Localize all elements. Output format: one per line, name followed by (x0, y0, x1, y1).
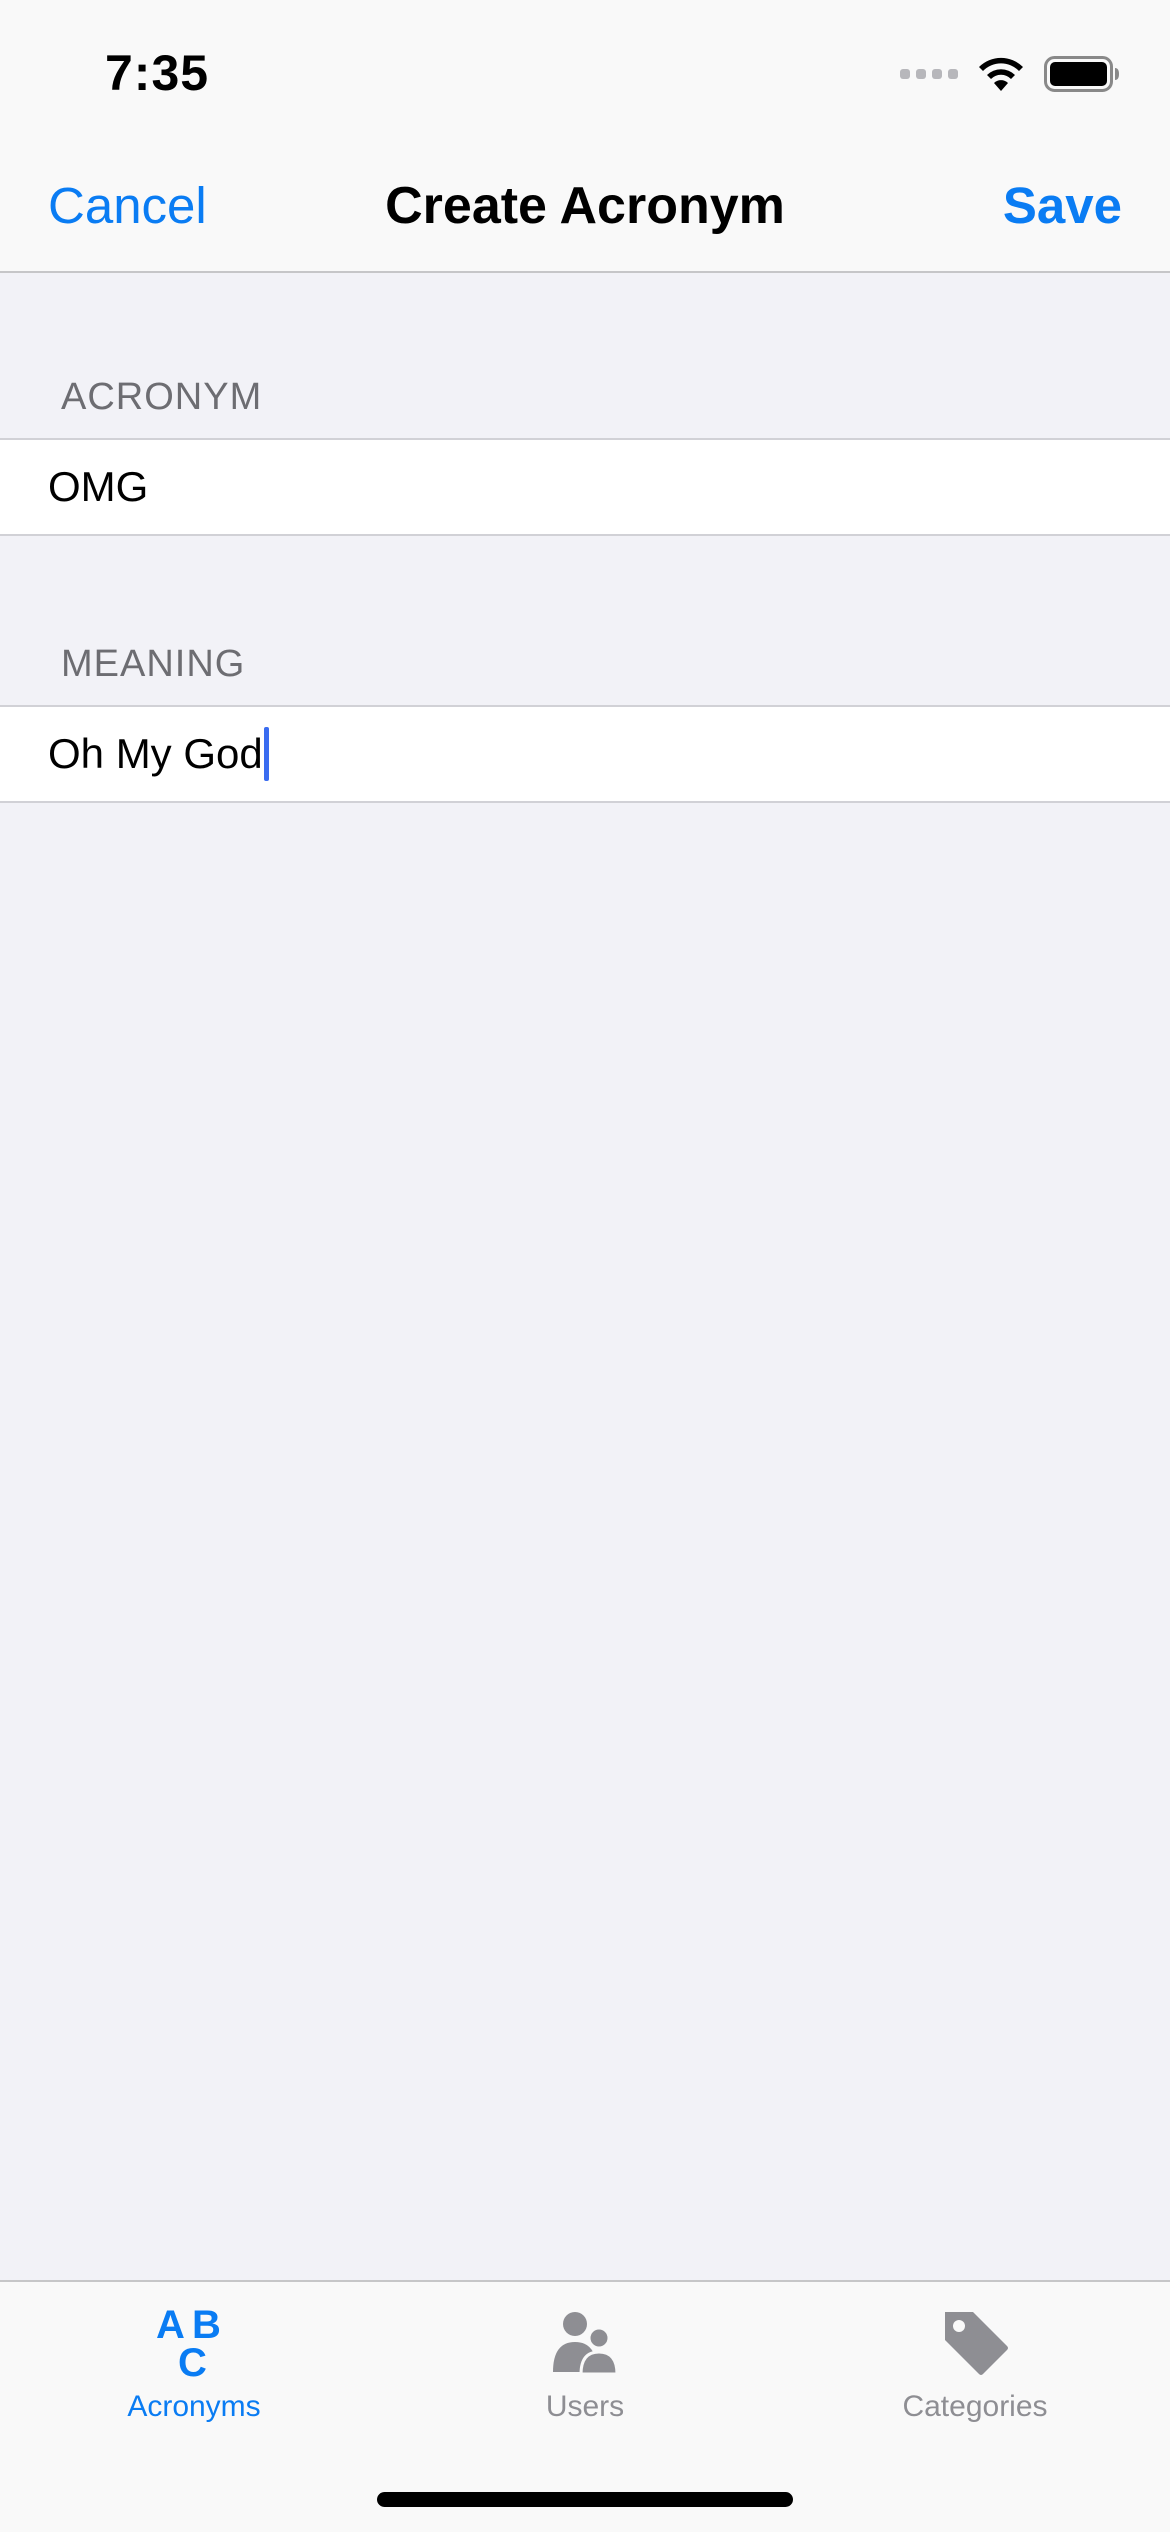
tab-users[interactable]: Users (435, 2302, 735, 2452)
tab-acronyms[interactable]: A B C Acronyms (44, 2302, 344, 2452)
abc-icon: A B C (156, 2303, 221, 2382)
tab-categories-label: Categories (902, 2390, 1048, 2423)
tab-users-label: Users (545, 2390, 625, 2423)
meaning-input-value: Oh My God (48, 730, 263, 777)
acronym-input-value: OMG (48, 463, 149, 510)
acronym-section-header: ACRONYM (61, 376, 263, 418)
status-time: 7:35 (105, 45, 210, 101)
status-indicators (900, 52, 1120, 96)
battery-icon (1044, 56, 1119, 92)
tab-acronyms-label: Acronyms (127, 2390, 261, 2423)
meaning-input[interactable]: Oh My God (48, 707, 1118, 801)
tag-icon (945, 2312, 1008, 2375)
svg-text:C: C (178, 2341, 207, 2382)
meaning-field-row[interactable]: Oh My God (0, 705, 1170, 803)
tab-categories[interactable]: Categories (825, 2302, 1125, 2452)
acronym-input[interactable]: OMG (48, 440, 1118, 534)
tab-bar: A B C Acronyms Users Categories (0, 2280, 1170, 2532)
meaning-section-header: MEANING (61, 643, 246, 685)
navigation-bar: 7:35 Cancel Create Acronym Save (0, 0, 1170, 273)
wifi-icon (979, 57, 1023, 91)
save-button[interactable]: Save (1003, 176, 1122, 235)
text-caret (263, 727, 269, 781)
acronym-field-row[interactable]: OMG (0, 438, 1170, 536)
home-indicator[interactable] (377, 2492, 793, 2507)
cancel-button[interactable]: Cancel (48, 176, 207, 235)
cellular-signal-icon (900, 69, 958, 79)
users-icon (553, 2312, 619, 2376)
